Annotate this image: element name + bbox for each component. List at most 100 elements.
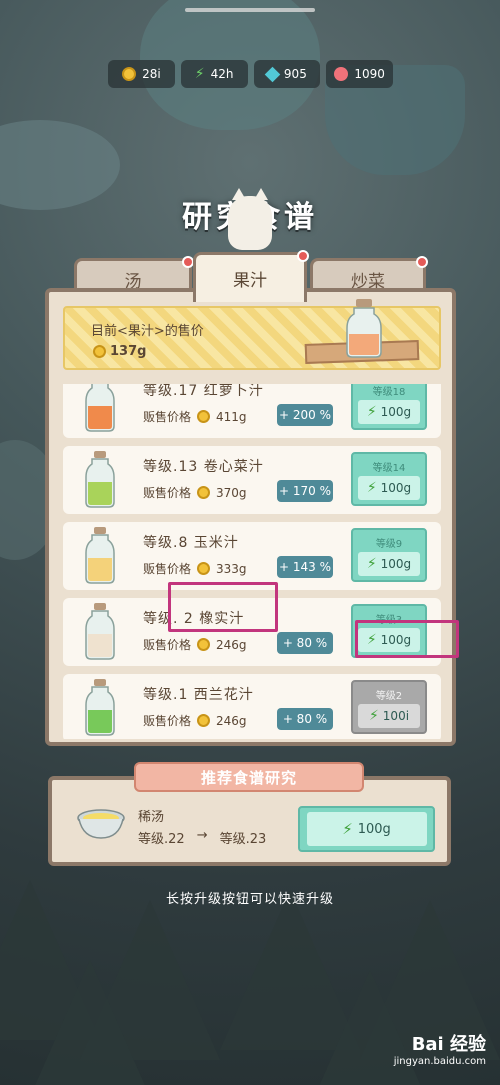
pine-tree [20, 960, 160, 1085]
tab-juice[interactable]: 果汁 [193, 250, 309, 302]
recommend-title: 推荐食谱研究 [134, 762, 364, 792]
bonus-badge: + 80 % [277, 632, 333, 654]
sell-price: 贩售价格 411g [143, 408, 247, 425]
next-level-label: 等级2 [375, 690, 403, 702]
bonus-badge: + 200 % [277, 404, 333, 426]
price-value: 246g [216, 713, 247, 728]
resource-coins[interactable]: 28i [108, 60, 175, 88]
energy-bolt-icon: ⚡ [366, 555, 377, 572]
energy-bolt-icon: ⚡ [194, 66, 205, 82]
from-level: 等级.22 [138, 832, 185, 847]
shell-icon [334, 67, 349, 81]
cat-mascot [228, 188, 272, 250]
resource-value: 905 [283, 67, 307, 81]
recommend-level-change: 等级.22 → 等级.23 [138, 828, 266, 847]
sell-label: 贩售价格 [143, 714, 192, 728]
sell-label: 贩售价格 [143, 410, 192, 424]
to-level: 等级.23 [219, 832, 267, 847]
current-price-label: 目前<果汁>的售价 [91, 324, 204, 339]
gem-icon [264, 66, 281, 82]
upgrade-cost: ⚡ 100g [358, 551, 420, 576]
watermark-url: jingyan.baidu.com [393, 1056, 486, 1067]
price-value: 411g [216, 409, 247, 424]
coin-icon [197, 486, 211, 499]
resource-bar: 28i ⚡ 42h 905 1090 [108, 60, 393, 90]
coin-icon [197, 562, 211, 575]
upgrade-button[interactable]: 等级9 ⚡ 100g [351, 528, 427, 582]
energy-bolt-icon: ⚡ [368, 707, 379, 724]
notification-dot [297, 250, 309, 262]
coin-icon [197, 714, 211, 727]
resource-shells[interactable]: 1090 [326, 60, 393, 88]
sell-price: 贩售价格 333g [143, 560, 247, 577]
price-value: 333g [216, 561, 247, 576]
cost-value: 100g [357, 821, 391, 837]
recommend-recipe-name: 稀汤 [138, 810, 165, 825]
notification-dot [416, 256, 428, 268]
current-price-value: 137g [93, 344, 146, 359]
recipe-row: 等级.13 卷心菜汁 贩售价格 370g + 170 % 等级14 ⚡ 100g [63, 446, 441, 514]
price-value: 246g [216, 637, 247, 652]
sell-price: 贩售价格 246g [143, 636, 247, 653]
next-level-label: 等级14 [372, 462, 406, 474]
recipe-name: 等级.17 红萝卜汁 [143, 384, 264, 399]
coin-icon [122, 67, 137, 81]
cost-value: 100g [380, 556, 412, 571]
resource-energy[interactable]: ⚡ 42h [180, 60, 248, 88]
arrow-icon: → [196, 828, 208, 843]
resource-value: 42h [210, 67, 234, 81]
upgrade-hint: 长按升级按钮可以快速升级 [165, 892, 334, 907]
upgrade-cost: ⚡ 100g [358, 475, 420, 500]
recipe-list[interactable]: 等级.17 红萝卜汁 贩售价格 411g + 200 % 等级18 ⚡ 100g… [63, 384, 441, 739]
recipe-name: 等级.1 西兰花汁 [143, 687, 254, 703]
cost-value: 100i [382, 708, 410, 723]
bonus-badge: + 80 % [277, 708, 333, 730]
status-indicator [185, 8, 315, 12]
next-level-label: 等级18 [372, 386, 406, 398]
current-price-box: 目前<果汁>的售价 137g [63, 299, 441, 370]
next-level-label: 等级9 [375, 538, 403, 550]
upgrade-button[interactable]: 等级18 ⚡ 100g [351, 384, 427, 430]
sell-label: 贩售价格 [143, 486, 192, 500]
recipe-panel: 目前<果汁>的售价 137g 等级.17 红萝卜汁 贩售价格 411g + 20… [45, 288, 456, 746]
resource-gems[interactable]: 905 [253, 60, 321, 88]
energy-bolt-icon: ⚡ [366, 403, 377, 420]
bonus-badge: + 170 % [277, 480, 333, 502]
coin-icon [197, 410, 211, 423]
recipe-row: 等级.17 红萝卜汁 贩售价格 411g + 200 % 等级18 ⚡ 100g [63, 384, 441, 438]
cost-value: 100g [380, 404, 412, 419]
recipe-name: 等级.13 卷心菜汁 [143, 459, 264, 475]
juice-jar-icon [346, 299, 382, 358]
sell-label: 贩售价格 [143, 638, 192, 652]
watermark-brand: Bai 经验 [411, 1034, 486, 1055]
watermark-logo: Bai 经验 jingyan.baidu.com [394, 1030, 486, 1067]
cost-value: 100g [380, 480, 412, 495]
upgrade-cost: ⚡ 100g [306, 812, 427, 846]
highlight-box [168, 582, 278, 632]
resource-value: 1090 [354, 67, 385, 81]
recommend-upgrade-button[interactable]: ⚡ 100g [298, 806, 435, 852]
juice-jar-icon [85, 603, 115, 660]
highlight-box [355, 620, 459, 658]
juice-jar-icon [85, 451, 115, 508]
sell-price: 贩售价格 370g [143, 484, 247, 501]
coin-icon [93, 345, 106, 358]
recipe-row: 等级.8 玉米汁 贩售价格 333g + 143 % 等级9 ⚡ 100g [63, 522, 441, 590]
coin-icon [197, 638, 211, 651]
sell-price: 贩售价格 246g [143, 712, 247, 729]
upgrade-button[interactable]: 等级14 ⚡ 100g [351, 452, 427, 506]
current-price-amount: 137g [110, 344, 147, 359]
recipe-name: 等级.8 玉米汁 [143, 535, 239, 551]
juice-jar-icon [85, 679, 115, 736]
soup-bowl-icon [77, 809, 125, 839]
tab-label: 果汁 [233, 271, 267, 291]
upgrade-button[interactable]: 等级2 ⚡ 100i [351, 680, 427, 734]
price-value: 370g [216, 485, 247, 500]
recipe-row: 等级.1 西兰花汁 贩售价格 246g + 80 % 等级2 ⚡ 100i [63, 674, 441, 739]
pine-tree [300, 970, 440, 1085]
juice-jar-icon [85, 527, 115, 584]
energy-bolt-icon: ⚡ [366, 479, 377, 496]
resource-value: 28i [142, 67, 161, 81]
upgrade-cost: ⚡ 100g [358, 399, 420, 424]
bonus-badge: + 143 % [277, 556, 333, 578]
